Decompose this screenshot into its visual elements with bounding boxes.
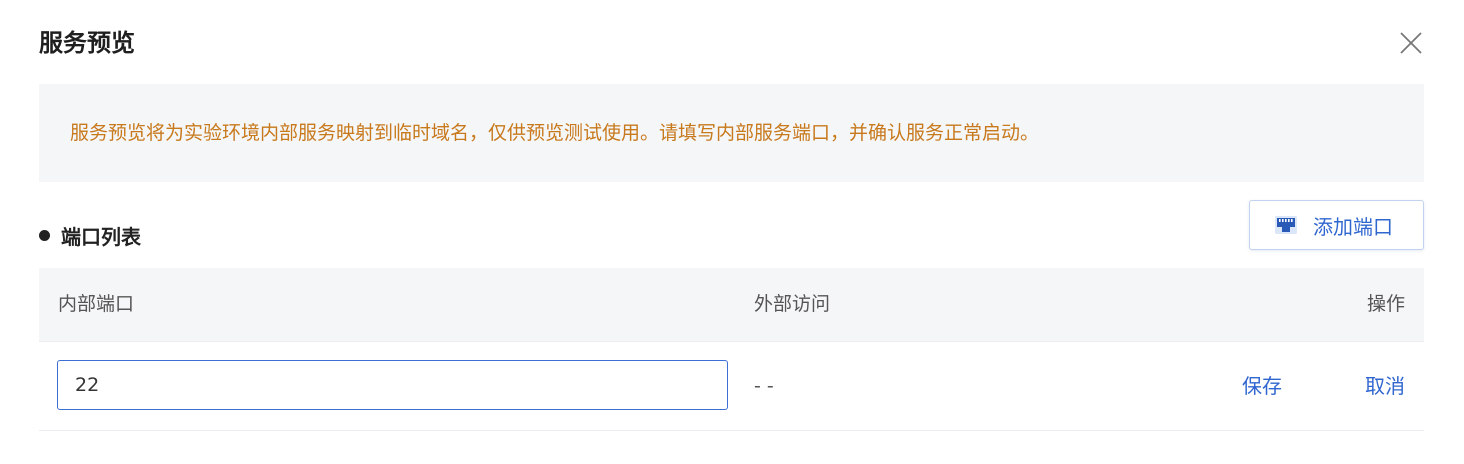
notice-text: 服务预览将为实验环境内部服务映射到临时域名，仅供预览测试使用。请填写内部服务端口… [70,122,1040,144]
close-button[interactable] [1398,30,1424,56]
save-button[interactable]: 保存 [1242,342,1282,430]
service-preview-dialog: 服务预览 服务预览将为实验环境内部服务映射到临时域名，仅供预览测试使用。请填写内… [0,0,1464,464]
header-actions: 操作 [1366,293,1405,315]
add-port-button[interactable]: 添加端口 [1249,200,1424,250]
external-access-value: - - [754,375,774,397]
cancel-button[interactable]: 取消 [1365,342,1405,430]
port-table: 内部端口 外部访问 操作 - - 保存 取消 [39,268,1424,431]
section-header: 端口列表 [39,220,141,250]
bullet-icon [39,229,50,241]
notice-banner: 服务预览将为实验环境内部服务映射到临时域名，仅供预览测试使用。请填写内部服务端口… [39,84,1424,182]
section-title: 端口列表 [61,224,141,249]
header-external-access: 外部访问 [754,293,831,315]
header-internal-port: 内部端口 [58,293,135,315]
dialog-title: 服务预览 [39,29,135,57]
close-icon [1400,32,1422,54]
add-port-label: 添加端口 [1313,214,1393,239]
internal-port-input[interactable] [57,360,728,410]
table-header: 内部端口 外部访问 操作 [39,268,1424,342]
network-port-icon [1275,216,1297,234]
table-row: - - 保存 取消 [39,342,1424,431]
